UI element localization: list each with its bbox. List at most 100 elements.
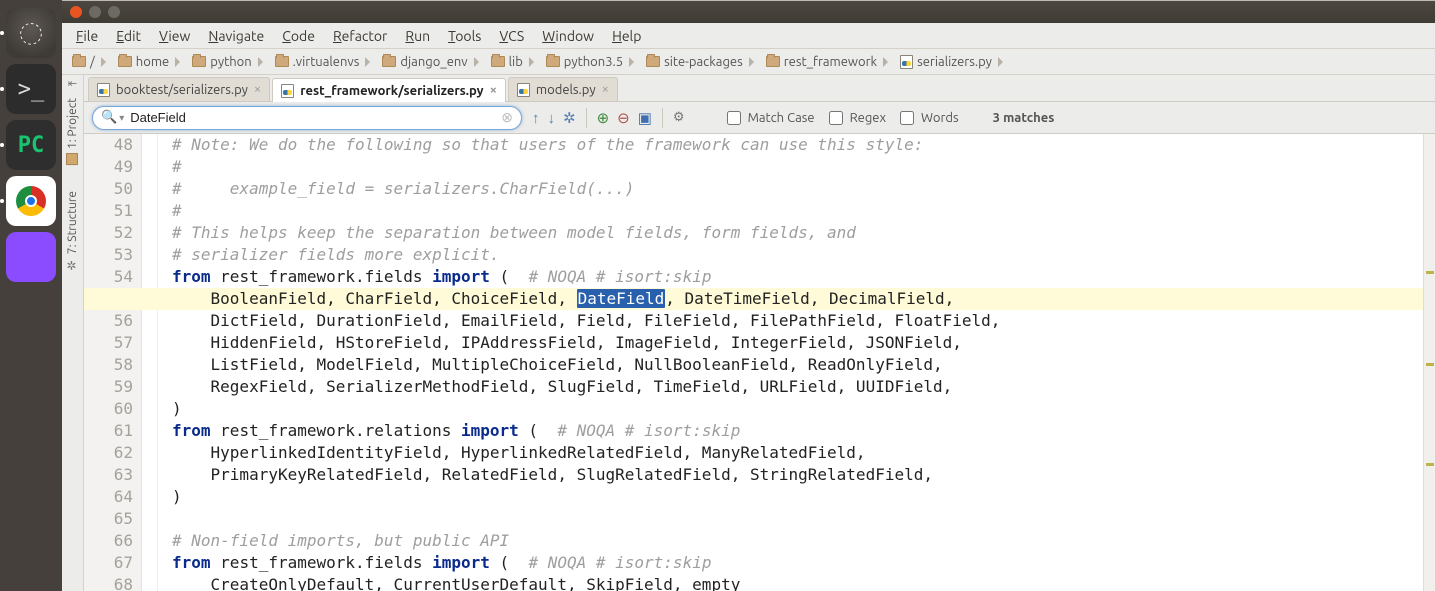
crumb-sitepackages[interactable]: site-packages <box>640 49 760 74</box>
pycharm-icon: PC <box>18 133 45 158</box>
crumb-lib[interactable]: lib <box>485 49 540 74</box>
crumb-python35[interactable]: python3.5 <box>540 49 640 74</box>
find-prev-icon[interactable]: ↑ <box>532 109 540 127</box>
code-line[interactable]: from rest_framework.relations import ( #… <box>172 420 1423 442</box>
code-line[interactable]: ListField, ModelField, MultipleChoiceFie… <box>172 354 1423 376</box>
code-line[interactable]: # Note: We do the following so that user… <box>172 134 1423 156</box>
tab-close-icon[interactable]: × <box>254 83 261 96</box>
code-view[interactable]: 4849505152535455565758596061626364656667… <box>84 134 1435 591</box>
find-input[interactable] <box>128 109 501 126</box>
collapse-icon[interactable]: ⇤ <box>68 79 77 90</box>
find-target-icon[interactable]: ✲ <box>563 109 576 127</box>
clear-search-icon[interactable]: ⊗ <box>501 109 513 126</box>
select-all-icon[interactable]: ▣ <box>638 109 652 127</box>
launcher-chrome[interactable] <box>6 176 56 226</box>
code-line[interactable]: CreateOnlyDefault, CurrentUserDefault, S… <box>172 574 1423 591</box>
code-line[interactable]: # <box>172 156 1423 178</box>
regex-check[interactable]: Regex <box>825 108 886 128</box>
editor-tabs: booktest/serializers.py×rest_framework/s… <box>84 75 1435 102</box>
find-next-icon[interactable]: ↓ <box>548 109 556 127</box>
code-area[interactable]: # Note: We do the following so that user… <box>158 134 1423 591</box>
tab-rest-framework-serializers-py[interactable]: rest_framework/serializers.py× <box>272 78 506 102</box>
code-line[interactable]: DictField, DurationField, EmailField, Fi… <box>172 310 1423 332</box>
fold-column[interactable] <box>142 134 158 591</box>
window-minimize-icon[interactable] <box>89 6 101 18</box>
regex-checkbox[interactable] <box>829 111 843 125</box>
code-line[interactable]: # Non-field imports, but public API <box>172 530 1423 552</box>
add-selection-icon[interactable]: ⊕ <box>597 109 610 127</box>
menu-help[interactable]: Help <box>604 26 649 46</box>
menu-tools[interactable]: Tools <box>440 26 489 46</box>
find-box[interactable]: 🔍 ▾ ⊗ <box>92 106 522 130</box>
chevron-right-icon <box>749 57 754 67</box>
tab-booktest-serializers-py[interactable]: booktest/serializers.py× <box>88 77 270 101</box>
pyfile-icon <box>97 83 110 97</box>
code-line[interactable]: HyperlinkedIdentityField, HyperlinkedRel… <box>172 442 1423 464</box>
menu-vcs[interactable]: VCS <box>491 26 532 46</box>
crumb-label: python3.5 <box>564 55 623 69</box>
code-line[interactable]: from rest_framework.fields import ( # NO… <box>172 266 1423 288</box>
folder-icon <box>546 56 560 67</box>
code-line[interactable]: ) <box>172 486 1423 508</box>
menu-window[interactable]: Window <box>534 26 602 46</box>
crumb-restframework[interactable]: rest_framework <box>760 49 894 74</box>
code-line[interactable]: from rest_framework.fields import ( # NO… <box>172 552 1423 574</box>
code-line[interactable]: BooleanField, CharField, ChoiceField, Da… <box>84 288 1423 310</box>
crumb-virtualenvs[interactable]: .virtualenvs <box>269 49 377 74</box>
words-checkbox[interactable] <box>900 111 914 125</box>
structure-icon: ✲ <box>67 258 79 272</box>
code-line[interactable]: # serializer fields more explicit. <box>172 244 1423 266</box>
pyfile-icon <box>517 83 530 97</box>
code-line[interactable]: # example_field = serializers.CharField(… <box>172 178 1423 200</box>
tool-project[interactable]: 1: Project <box>66 94 79 169</box>
crumb-home[interactable]: home <box>112 49 186 74</box>
tool-structure[interactable]: ✲ 7: Structure <box>66 187 79 276</box>
launcher-dash[interactable]: ◌ <box>6 8 56 58</box>
find-settings-icon[interactable]: ⚙ <box>673 110 685 125</box>
chevron-right-icon <box>474 57 479 67</box>
code-line[interactable]: RegexField, SerializerMethodField, SlugF… <box>172 376 1423 398</box>
code-line[interactable]: # <box>172 200 1423 222</box>
tab-close-icon[interactable]: × <box>602 83 609 96</box>
tab-models-py[interactable]: models.py× <box>508 77 618 101</box>
match-case-check[interactable]: Match Case <box>723 108 815 128</box>
crumb-label: python <box>210 55 251 69</box>
folder-icon <box>382 56 396 67</box>
launcher-app[interactable] <box>6 232 56 282</box>
code-line[interactable]: PrimaryKeyRelatedField, RelatedField, Sl… <box>172 464 1423 486</box>
menu-view[interactable]: View <box>151 26 198 46</box>
crumb-serializerspy[interactable]: serializers.py <box>894 49 1009 74</box>
pyfile-icon <box>900 55 913 69</box>
remove-selection-icon[interactable]: ⊖ <box>617 109 630 127</box>
code-line[interactable]: HiddenField, HStoreField, IPAddressField… <box>172 332 1423 354</box>
menu-navigate[interactable]: Navigate <box>200 26 272 46</box>
tool-project-label: 1: Project <box>66 98 79 149</box>
ide-window: FileEditViewNavigateCodeRefactorRunTools… <box>62 0 1435 591</box>
menu-run[interactable]: Run <box>397 26 438 46</box>
code-line[interactable]: # This helps keep the separation between… <box>172 222 1423 244</box>
menu-edit[interactable]: Edit <box>108 26 149 46</box>
chrome-icon <box>16 186 46 216</box>
window-close-icon[interactable] <box>70 6 82 18</box>
words-check[interactable]: Words <box>896 108 959 128</box>
menu-file[interactable]: File <box>68 26 106 46</box>
code-line[interactable]: ) <box>172 398 1423 420</box>
crumb-label: lib <box>509 55 523 69</box>
crumb-label: site-packages <box>664 55 743 69</box>
crumb-[interactable]: / <box>66 49 112 74</box>
window-titlebar[interactable] <box>62 1 1435 23</box>
launcher-terminal[interactable]: >_ <box>6 64 56 114</box>
code-line[interactable] <box>172 508 1423 530</box>
crumb-python[interactable]: python <box>186 49 268 74</box>
match-case-checkbox[interactable] <box>727 111 741 125</box>
launcher-pycharm[interactable]: PC <box>6 120 56 170</box>
tab-close-icon[interactable]: × <box>490 84 497 97</box>
words-label: Words <box>921 111 959 125</box>
marker-strip[interactable] <box>1423 134 1435 591</box>
crumb-djangoenv[interactable]: django_env <box>376 49 484 74</box>
window-maximize-icon[interactable] <box>108 6 120 18</box>
menu-refactor[interactable]: Refactor <box>325 26 395 46</box>
folder-icon <box>491 56 505 67</box>
menu-code[interactable]: Code <box>274 26 323 46</box>
search-dropdown-icon[interactable]: ▾ <box>119 112 124 124</box>
